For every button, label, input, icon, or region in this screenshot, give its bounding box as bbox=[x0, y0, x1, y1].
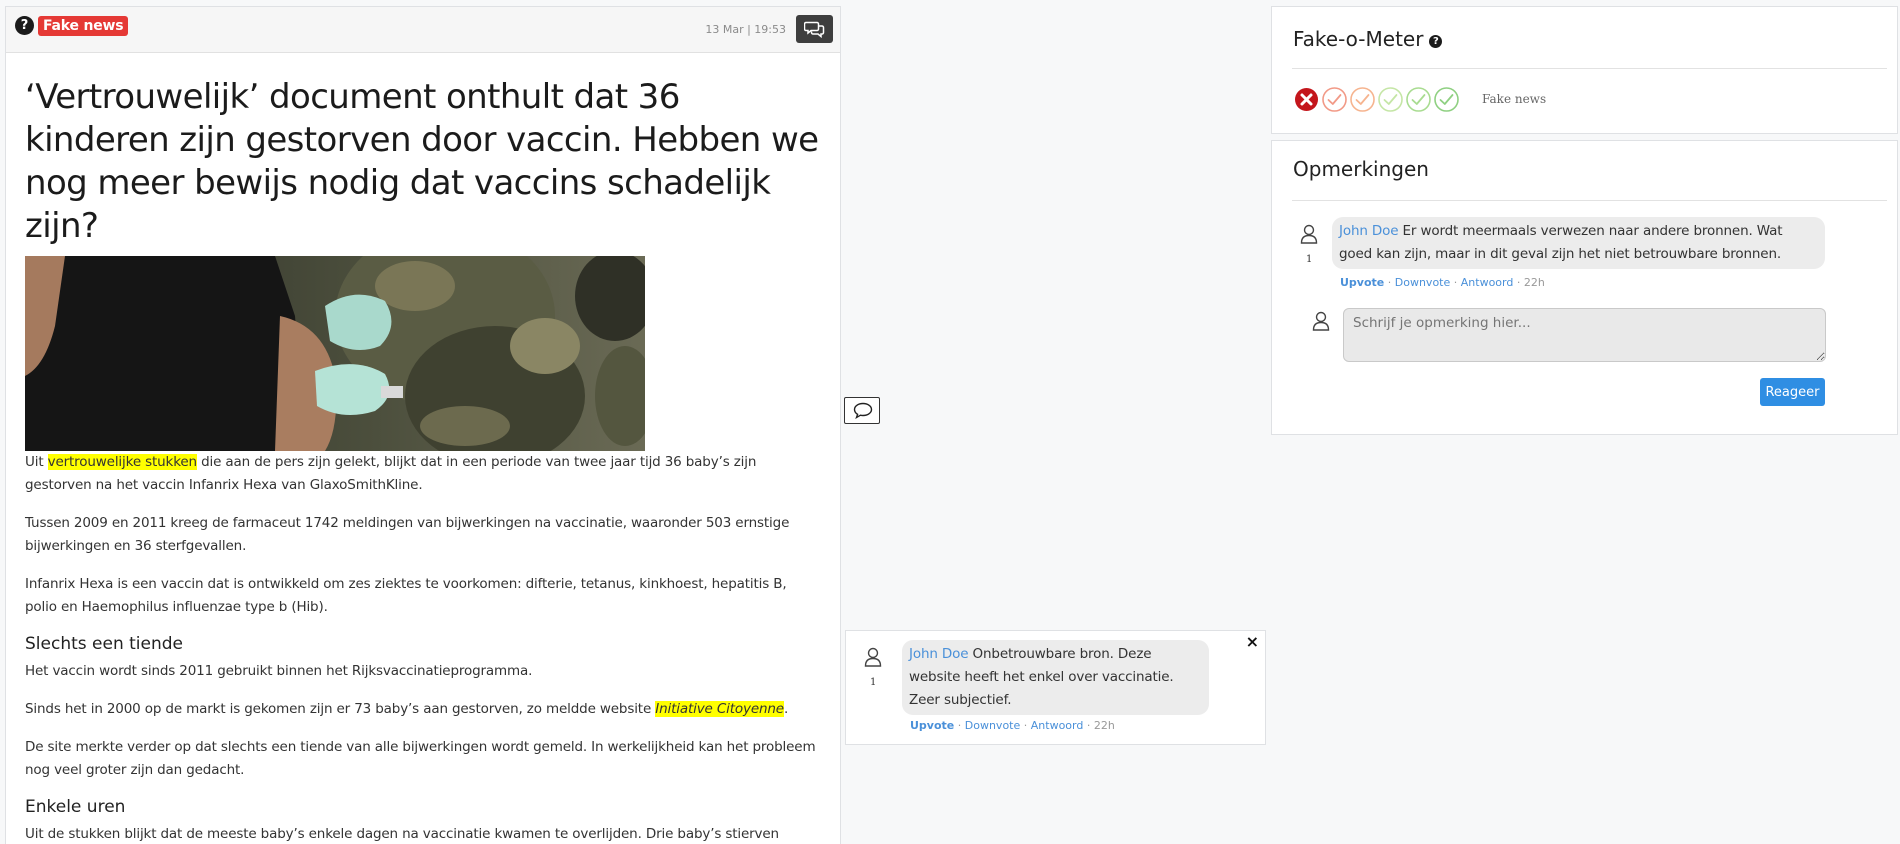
reply-link[interactable]: Antwoord bbox=[1031, 719, 1084, 732]
panel-title: Opmerkingen bbox=[1293, 157, 1429, 181]
paragraph: Tussen 2009 en 2011 kreeg de farmaceut 1… bbox=[25, 515, 790, 554]
comment-author[interactable]: John Doe bbox=[909, 646, 969, 662]
paragraph: Uit vertrouwelijke stukken die aan de pe… bbox=[25, 454, 757, 493]
help-icon[interactable]: ? bbox=[15, 16, 34, 35]
paragraph: Sinds het in 2000 op de markt is gekomen… bbox=[25, 701, 789, 717]
paragraph: Uit de stukken blijkt dat de meeste baby… bbox=[25, 826, 779, 842]
highlighted-text[interactable]: vertrouwelijke stukken bbox=[47, 454, 197, 470]
comments-button[interactable] bbox=[796, 15, 833, 43]
downvote-link[interactable]: Downvote bbox=[1395, 276, 1451, 289]
divider bbox=[1292, 200, 1887, 201]
reply-link[interactable]: Antwoord bbox=[1461, 276, 1514, 289]
user-icon bbox=[864, 647, 882, 667]
fake-o-meter-panel: Fake-o-Meter? Fake news bbox=[1271, 6, 1898, 134]
comment-author[interactable]: John Doe bbox=[1339, 223, 1399, 239]
close-icon[interactable]: × bbox=[1246, 633, 1259, 651]
article-image bbox=[25, 256, 645, 451]
article-panel: ? Fake news 13 Mar | 19:53 ‘Vertrouwelij… bbox=[5, 6, 841, 844]
comment-input[interactable] bbox=[1343, 308, 1826, 362]
speech-bubble-icon bbox=[853, 402, 873, 419]
meter-label: Fake news bbox=[1482, 92, 1547, 106]
highlighted-text[interactable]: Initiative Citoyenne bbox=[655, 701, 784, 717]
comments-icon bbox=[804, 21, 825, 38]
article-title: ‘Vertrouwelijk’ document onthult dat 36 … bbox=[25, 77, 819, 246]
check-circle-icon[interactable] bbox=[1377, 86, 1404, 113]
paragraph: De site merkte verder op dat slechts een… bbox=[25, 739, 816, 778]
user-icon bbox=[1300, 224, 1318, 244]
vote-count: 1 bbox=[870, 677, 877, 688]
add-comment-button[interactable] bbox=[844, 397, 880, 424]
panel-title: Fake-o-Meter? bbox=[1293, 27, 1443, 51]
comment-time: 22h bbox=[1093, 719, 1115, 732]
section-heading: Enkele uren bbox=[25, 797, 126, 817]
check-circle-icon[interactable] bbox=[1349, 86, 1376, 113]
comment-bubble: John Doe Onbetrouwbare bron. Deze websit… bbox=[902, 640, 1209, 715]
help-icon[interactable]: ? bbox=[1429, 35, 1443, 48]
remarks-panel: Opmerkingen 1 John Doe Er wordt meermaal… bbox=[1271, 140, 1898, 435]
comment-bubble: John Doe Er wordt meermaals verwezen naa… bbox=[1332, 217, 1825, 269]
vote-count: 1 bbox=[1306, 254, 1313, 265]
check-circle-icon[interactable] bbox=[1405, 86, 1432, 113]
check-circle-icon[interactable] bbox=[1433, 86, 1460, 113]
comment-time: 22h bbox=[1523, 276, 1545, 289]
submit-comment-button[interactable]: Reageer bbox=[1760, 378, 1825, 406]
check-circle-icon[interactable] bbox=[1321, 86, 1348, 113]
article-header: ? Fake news 13 Mar | 19:53 bbox=[6, 7, 840, 53]
meter-scale bbox=[1293, 86, 1460, 114]
comment-actions: Upvote · Downvote · Antwoord · 22h bbox=[1340, 276, 1545, 289]
fake-news-badge: Fake news bbox=[38, 16, 129, 36]
comment-text: Er wordt meermaals verwezen naar andere … bbox=[1339, 223, 1783, 262]
downvote-link[interactable]: Downvote bbox=[965, 719, 1021, 732]
upvote-link[interactable]: Upvote bbox=[1340, 276, 1384, 289]
section-heading: Slechts een tiende bbox=[25, 634, 183, 654]
annotation-card: × 1 John Doe Onbetrouwbare bron. Deze we… bbox=[845, 630, 1266, 745]
article-datetime: 13 Mar | 19:53 bbox=[705, 23, 786, 36]
user-icon bbox=[1312, 311, 1330, 331]
x-circle-icon[interactable] bbox=[1293, 86, 1320, 113]
upvote-link[interactable]: Upvote bbox=[910, 719, 954, 732]
paragraph: Het vaccin wordt sinds 2011 gebruikt bin… bbox=[25, 663, 533, 679]
comment-actions: Upvote · Downvote · Antwoord · 22h bbox=[910, 719, 1115, 732]
paragraph: Infanrix Hexa is een vaccin dat is ontwi… bbox=[25, 576, 787, 615]
divider bbox=[1292, 68, 1887, 69]
